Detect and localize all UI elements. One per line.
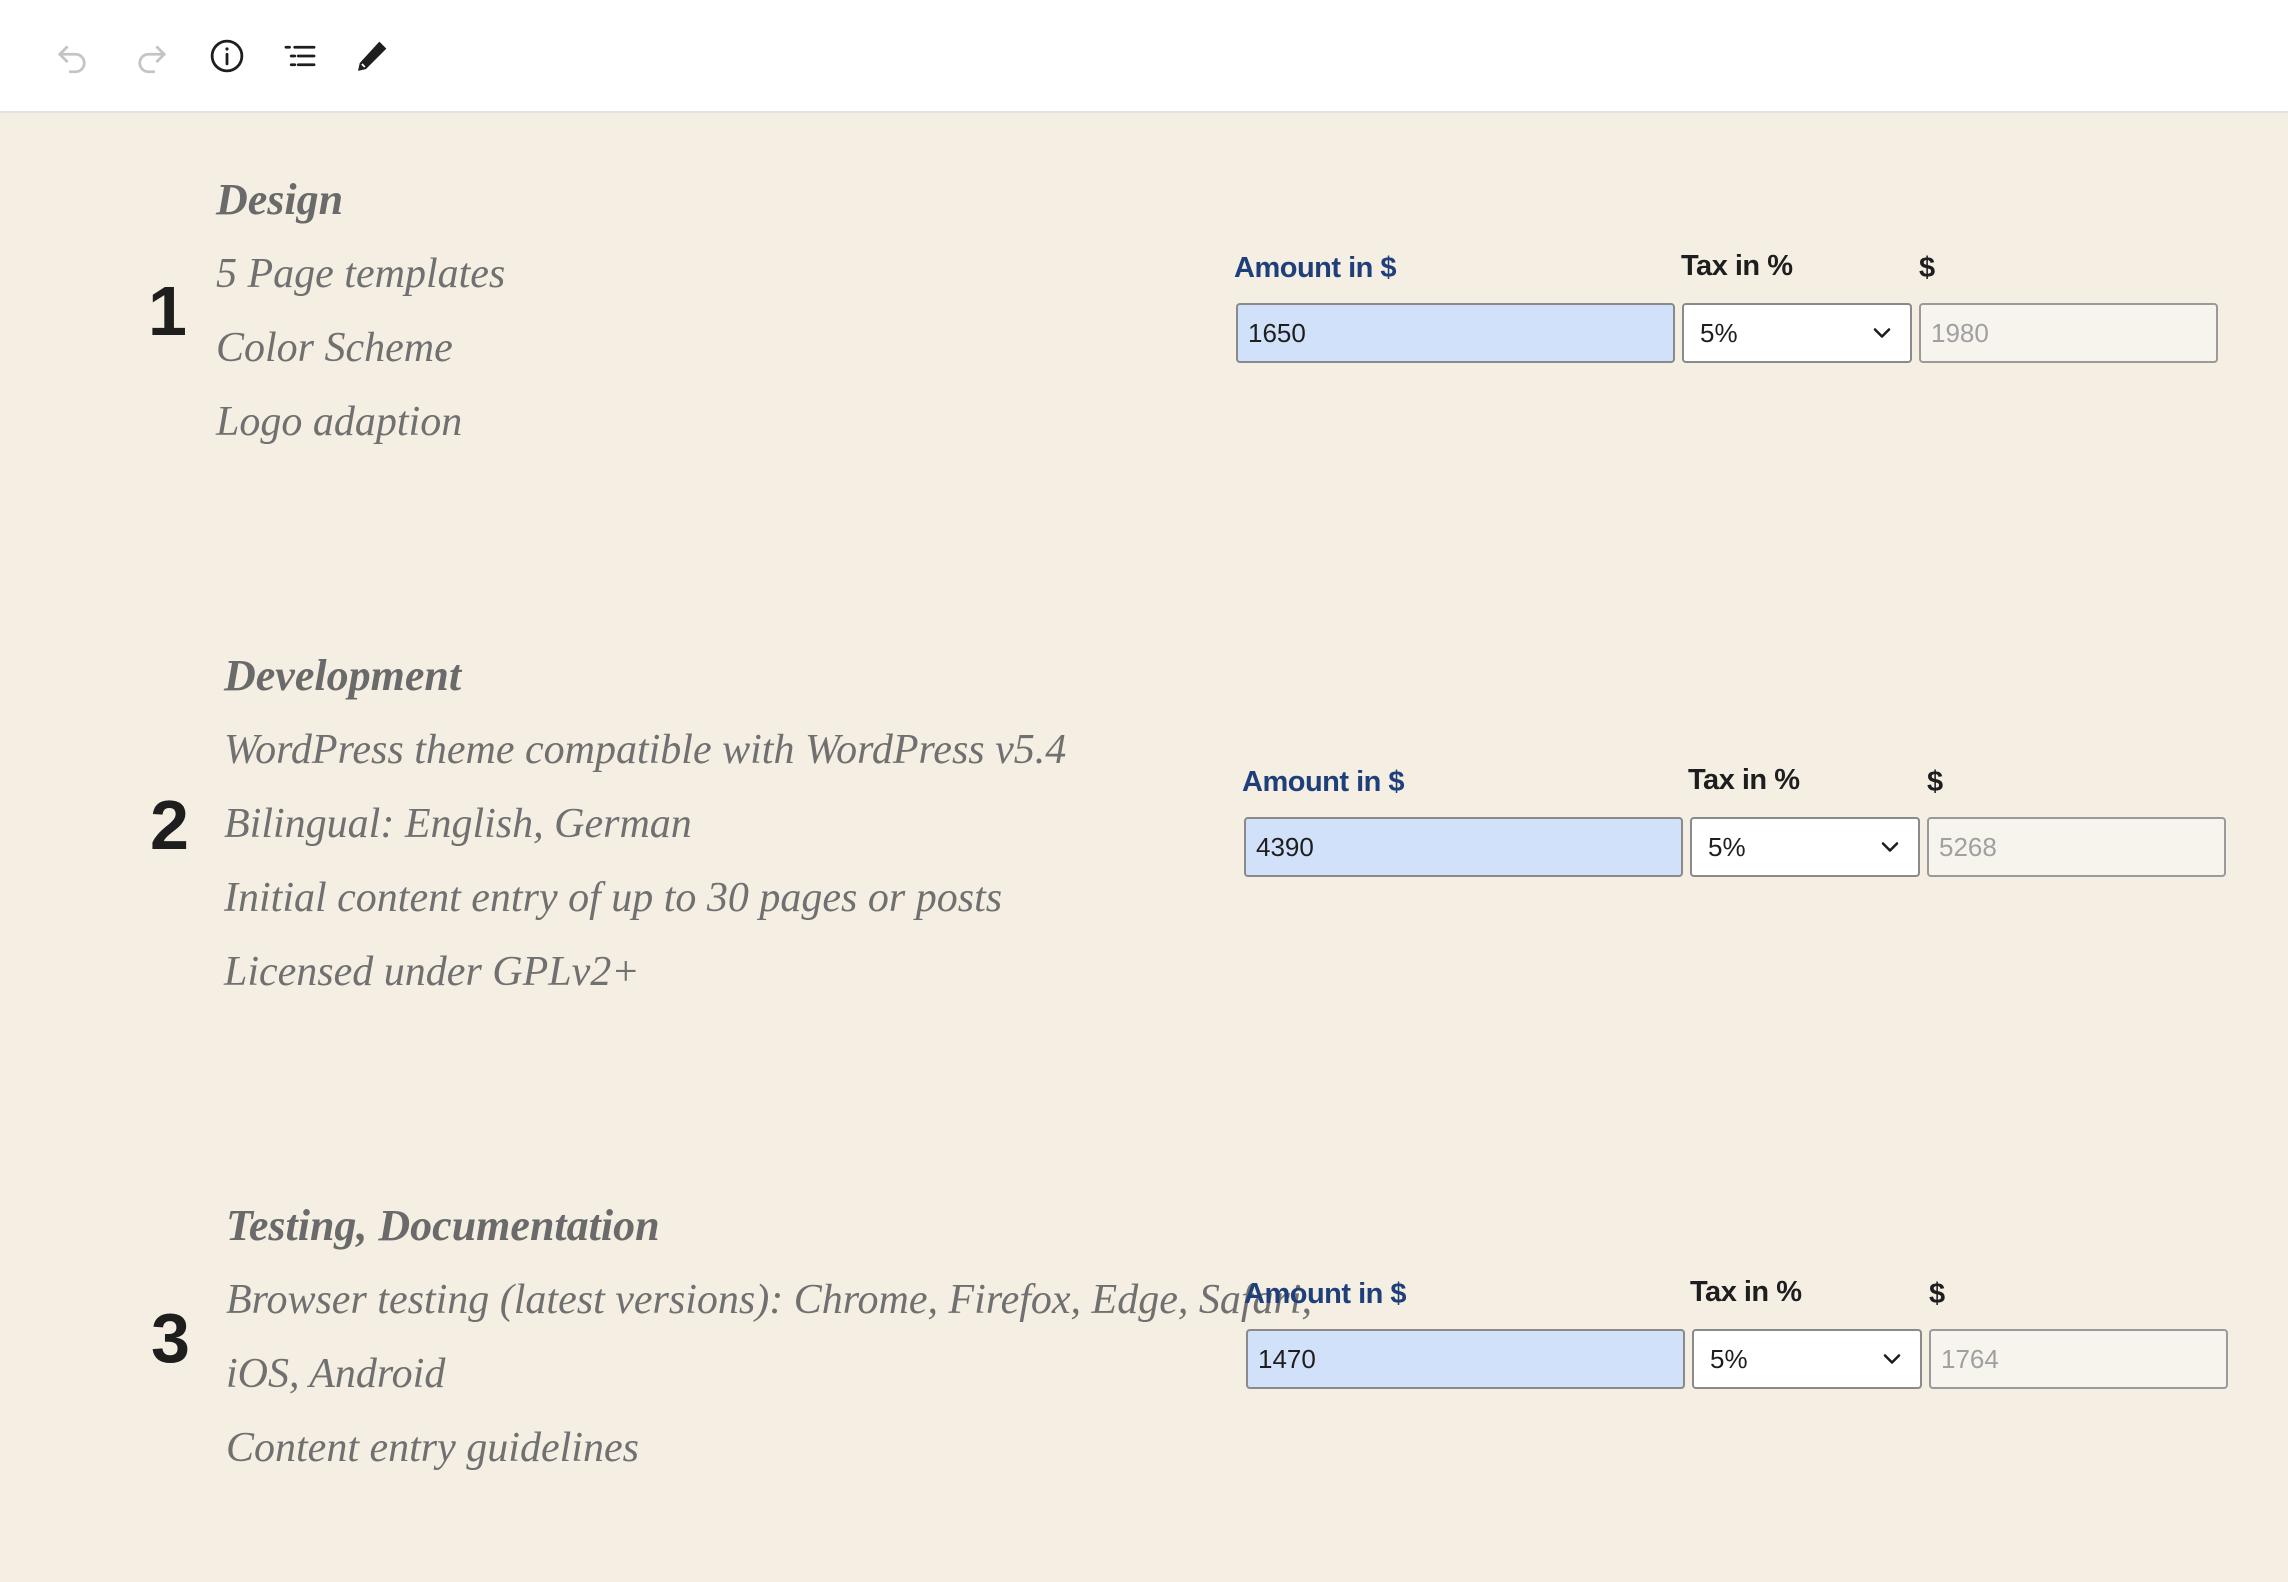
item-description: Design 5 Page templates Color Scheme Log… (216, 163, 505, 459)
total-label: $ (1929, 1278, 1945, 1310)
redo-button[interactable] (124, 28, 180, 84)
item-heading: Design (216, 175, 344, 224)
undo-button[interactable] (44, 28, 100, 84)
item-line: Initial content entry of up to 30 pages … (224, 875, 1003, 921)
editor-toolbar (0, 0, 2288, 113)
info-icon (210, 39, 244, 73)
undo-icon (58, 45, 86, 74)
item-line: iOS, Android (226, 1351, 446, 1397)
total-output: 5268 (1927, 817, 2226, 877)
details-button[interactable] (199, 28, 255, 84)
amount-label: Amount in $ (1242, 766, 1405, 798)
item-number: 2 (150, 786, 189, 864)
tax-select[interactable]: 5% (1692, 1329, 1922, 1389)
item-line: Bilingual: English, German (224, 801, 692, 847)
total-label: $ (1919, 252, 1935, 284)
total-label: $ (1927, 766, 1943, 798)
tax-select-value: 5% (1708, 831, 1746, 862)
item-line: Logo adaption (216, 399, 463, 445)
edit-pencil-icon (358, 41, 387, 71)
chevron-down-icon (1868, 319, 1896, 347)
chevron-down-icon (1876, 833, 1904, 861)
tax-select-value: 5% (1700, 317, 1738, 348)
item-heading: Testing, Documentation (226, 1201, 660, 1250)
item-line: WordPress theme compatible with WordPres… (224, 727, 1067, 773)
redo-icon (138, 45, 166, 74)
item-line: 5 Page templates (216, 251, 506, 297)
tax-select[interactable]: 5% (1682, 303, 1912, 363)
item-number: 3 (151, 1299, 190, 1377)
amount-label: Amount in $ (1244, 1278, 1407, 1310)
item-line: Content entry guidelines (226, 1425, 639, 1471)
chevron-down-icon (1878, 1345, 1906, 1373)
item-line: Licensed under GPLv2+ (224, 949, 640, 995)
item-line: Color Scheme (216, 325, 453, 371)
item-description: Testing, Documentation Browser testing (… (226, 1189, 1312, 1485)
amount-label: Amount in $ (1234, 252, 1397, 284)
amount-input[interactable]: 1650 (1236, 303, 1675, 363)
item-description: Development WordPress theme compatible w… (224, 639, 1066, 1009)
tax-select-value: 5% (1710, 1343, 1748, 1374)
list-view-button[interactable] (272, 28, 328, 84)
tax-label: Tax in % (1688, 764, 1800, 796)
amount-input[interactable]: 4390 (1244, 817, 1683, 877)
item-number: 1 (148, 272, 187, 350)
tax-label: Tax in % (1681, 250, 1793, 282)
total-output: 1980 (1919, 303, 2218, 363)
total-output: 1764 (1929, 1329, 2228, 1389)
item-line: Browser testing (latest versions): Chrom… (226, 1277, 1313, 1323)
tax-label: Tax in % (1690, 1276, 1802, 1308)
tax-select[interactable]: 5% (1690, 817, 1920, 877)
list-view-icon (284, 45, 316, 67)
item-heading: Development (224, 651, 462, 700)
tools-button[interactable] (344, 28, 400, 84)
amount-input[interactable]: 1470 (1246, 1329, 1685, 1389)
